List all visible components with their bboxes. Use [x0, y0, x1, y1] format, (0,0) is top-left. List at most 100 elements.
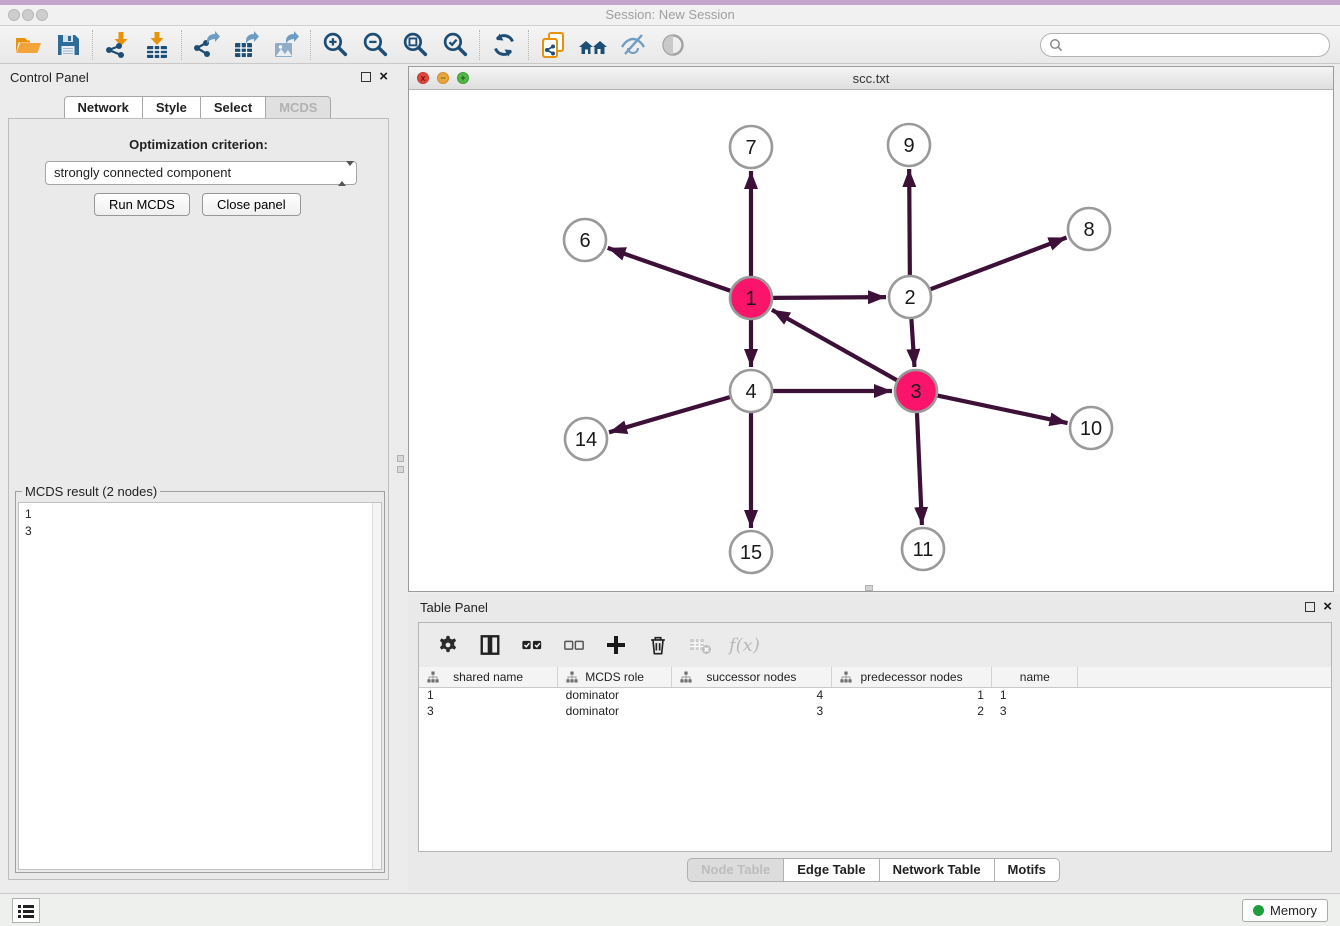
- function-builder-icon[interactable]: f(x): [729, 635, 760, 656]
- column-tree-icon: [427, 671, 439, 683]
- edge-1-2[interactable]: [773, 297, 886, 298]
- control-panel: Control Panel × NetworkStyleSelectMCDS O…: [0, 64, 396, 890]
- app-titlebar: Session: New Session: [0, 0, 1340, 26]
- mcds-result-list: 1 3: [25, 506, 32, 540]
- cell-successor-nodes[interactable]: 4: [672, 687, 832, 703]
- table-row[interactable]: 1dominator411: [419, 687, 1331, 703]
- cell-predecessor-nodes[interactable]: 1: [831, 687, 992, 703]
- cell-name[interactable]: 3: [992, 703, 1078, 719]
- tab-edge-table[interactable]: Edge Table: [783, 858, 879, 882]
- search-icon: [1049, 38, 1063, 52]
- toolbar-separator: [92, 30, 93, 60]
- column-header-MCDS-role[interactable]: MCDS role: [558, 667, 672, 687]
- select-all-columns-icon[interactable]: [517, 630, 547, 660]
- cell-MCDS-role[interactable]: dominator: [558, 687, 672, 703]
- search-box[interactable]: [1040, 33, 1330, 57]
- tab-mcds[interactable]: MCDS: [265, 96, 331, 120]
- cell-successor-nodes[interactable]: 3: [672, 703, 832, 719]
- float-panel-icon[interactable]: [361, 72, 371, 82]
- result-scrollbar[interactable]: [372, 503, 381, 869]
- unselect-all-columns-icon[interactable]: [559, 630, 589, 660]
- edge-3-10[interactable]: [938, 396, 1068, 423]
- node-label-8: 8: [1083, 219, 1094, 241]
- import-table-icon[interactable]: [137, 29, 177, 61]
- import-network-icon[interactable]: [97, 29, 137, 61]
- network-window-titlebar[interactable]: x − + scc.txt: [409, 67, 1333, 90]
- save-session-icon[interactable]: [48, 29, 88, 61]
- network-graph[interactable]: 7968124314101511: [409, 90, 1333, 591]
- column-header-successor-nodes[interactable]: successor nodes: [672, 667, 832, 687]
- node-label-2: 2: [904, 287, 915, 309]
- node-label-3: 3: [910, 381, 921, 403]
- column-header-name[interactable]: name: [992, 667, 1078, 687]
- task-history-button[interactable]: [12, 898, 40, 923]
- edge-4-14[interactable]: [609, 397, 730, 432]
- network-resize-grip[interactable]: [865, 585, 873, 591]
- tab-select[interactable]: Select: [200, 96, 266, 120]
- edge-2-3[interactable]: [911, 319, 914, 367]
- criterion-value: strongly connected component: [54, 165, 231, 180]
- export-image-icon[interactable]: [266, 29, 306, 61]
- run-mcds-button[interactable]: Run MCDS: [94, 193, 190, 216]
- node-label-1: 1: [745, 288, 756, 310]
- panel-splitter-handle[interactable]: [397, 455, 404, 477]
- node-label-10: 10: [1080, 418, 1102, 440]
- close-panel-icon[interactable]: ×: [379, 71, 388, 82]
- mcds-result-fieldset: MCDS result (2 nodes) 1 3: [15, 491, 385, 873]
- edge-3-1[interactable]: [772, 310, 897, 380]
- cell-name[interactable]: 1: [992, 687, 1078, 703]
- mcds-result-box[interactable]: 1 3: [18, 502, 382, 870]
- column-header-shared-name[interactable]: shared name: [419, 667, 558, 687]
- optimization-criterion-select[interactable]: strongly connected component: [45, 161, 357, 185]
- cell-shared-name[interactable]: 3: [419, 703, 558, 719]
- network-view-window: x − + scc.txt 7968124314101511: [408, 66, 1334, 592]
- export-table-icon[interactable]: [226, 29, 266, 61]
- column-tree-icon: [566, 671, 578, 683]
- tab-network[interactable]: Network: [64, 96, 143, 120]
- edge-2-9[interactable]: [909, 169, 910, 275]
- duplicate-network-icon[interactable]: [533, 29, 573, 61]
- edge-3-11[interactable]: [917, 413, 922, 525]
- hide-details-icon[interactable]: [613, 29, 653, 61]
- show-details-icon[interactable]: [653, 29, 693, 61]
- node-table-header: shared nameMCDS rolesuccessor nodesprede…: [419, 667, 1331, 687]
- delete-columns-icon[interactable]: [643, 630, 673, 660]
- zoom-in-icon[interactable]: [315, 29, 355, 61]
- tab-motifs[interactable]: Motifs: [994, 858, 1060, 882]
- gear-icon[interactable]: [433, 630, 463, 660]
- edge-2-8[interactable]: [931, 238, 1067, 290]
- memory-button[interactable]: Memory: [1242, 899, 1328, 922]
- first-neighbors-icon[interactable]: [573, 29, 613, 61]
- tab-node-table[interactable]: Node Table: [687, 858, 784, 882]
- node-label-14: 14: [575, 429, 597, 451]
- search-input[interactable]: [1067, 38, 1329, 52]
- table-row[interactable]: 3dominator323: [419, 703, 1331, 719]
- delete-table-icon[interactable]: [685, 630, 715, 660]
- close-table-panel-icon[interactable]: ×: [1323, 601, 1332, 612]
- tab-style[interactable]: Style: [142, 96, 201, 120]
- cell-MCDS-role[interactable]: dominator: [558, 703, 672, 719]
- zoom-fit-icon[interactable]: [395, 29, 435, 61]
- refresh-icon[interactable]: [484, 29, 524, 61]
- export-network-icon[interactable]: [186, 29, 226, 61]
- memory-label: Memory: [1270, 903, 1317, 918]
- cell-predecessor-nodes[interactable]: 2: [831, 703, 992, 719]
- column-tree-icon: [680, 671, 692, 683]
- columns-icon[interactable]: [475, 630, 505, 660]
- toolbar-separator: [310, 30, 311, 60]
- node-label-15: 15: [740, 542, 762, 564]
- close-panel-button[interactable]: Close panel: [202, 193, 301, 216]
- float-table-panel-icon[interactable]: [1305, 602, 1315, 612]
- cell-shared-name[interactable]: 1: [419, 687, 558, 703]
- mcds-result-title: MCDS result (2 nodes): [22, 484, 160, 499]
- zoom-out-icon[interactable]: [355, 29, 395, 61]
- tab-network-table[interactable]: Network Table: [879, 858, 995, 882]
- open-session-icon[interactable]: [8, 29, 48, 61]
- column-header-predecessor-nodes[interactable]: predecessor nodes: [831, 667, 992, 687]
- node-table[interactable]: shared nameMCDS rolesuccessor nodesprede…: [419, 667, 1331, 719]
- zoom-selected-icon[interactable]: [435, 29, 475, 61]
- optimization-criterion-label: Optimization criterion:: [9, 137, 388, 152]
- table-panel: Table Panel ×: [408, 594, 1340, 890]
- edge-1-6[interactable]: [608, 248, 731, 291]
- add-column-icon[interactable]: [601, 630, 631, 660]
